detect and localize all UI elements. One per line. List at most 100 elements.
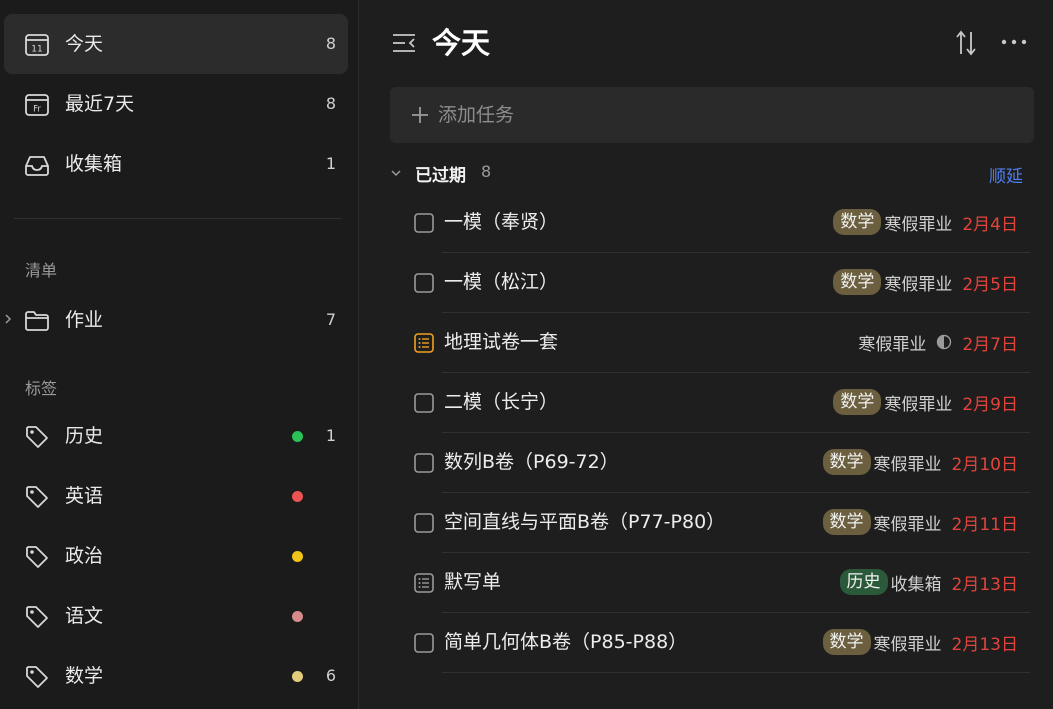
task-row[interactable]: 一模（松江） 数学 寒假罪业 2月5日 xyxy=(412,253,1030,313)
more-options-icon[interactable] xyxy=(1000,38,1028,46)
task-list-name: 寒假罪业 xyxy=(884,274,953,295)
task-title[interactable]: 一模（松江） xyxy=(444,253,558,311)
sidebar-item-label: 今天 xyxy=(65,33,104,55)
task-title[interactable]: 一模（奉贤） xyxy=(444,193,558,251)
inbox-icon xyxy=(25,156,49,176)
tag-icon xyxy=(26,606,48,628)
task-title[interactable]: 默写单 xyxy=(444,553,501,611)
sidebar-item-count: 1 xyxy=(325,426,336,445)
group-count: 8 xyxy=(481,162,492,181)
task-meta: 数学 寒假罪业 2月9日 xyxy=(833,373,1018,431)
checkbox-icon[interactable] xyxy=(414,513,434,533)
task-tag[interactable]: 历史 xyxy=(839,569,888,595)
tag-icon xyxy=(26,666,48,688)
sidebar-tag-politics[interactable]: 政治 xyxy=(4,526,348,586)
plus-icon xyxy=(412,107,428,123)
task-meta: 数学 寒假罪业 2月4日 xyxy=(833,193,1018,251)
task-due-date: 2月13日 xyxy=(951,574,1018,595)
sidebar-divider xyxy=(14,218,341,219)
task-meta: 数学 寒假罪业 2月13日 xyxy=(822,613,1018,671)
tag-color-dot xyxy=(292,551,303,562)
sidebar-item-today[interactable]: 11 今天 8 xyxy=(4,14,348,74)
sidebar-item-label: 历史 xyxy=(65,425,104,447)
task-due-date: 2月11日 xyxy=(951,514,1018,535)
tag-color-dot xyxy=(292,431,303,442)
task-row[interactable]: 二模（长宁） 数学 寒假罪业 2月9日 xyxy=(412,373,1030,433)
sidebar-item-label: 最近7天 xyxy=(65,93,135,115)
sidebar-item-next-7-days[interactable]: Fr 最近7天 8 xyxy=(4,74,348,134)
task-due-date: 2月4日 xyxy=(962,214,1018,235)
calendar-today-icon: 11 xyxy=(25,34,49,56)
folder-icon xyxy=(25,311,49,331)
tags-section-title: 标签 xyxy=(25,379,58,398)
sidebar-item-label: 数学 xyxy=(65,665,104,687)
task-meta: 数学 寒假罪业 2月10日 xyxy=(822,433,1018,491)
sidebar-item-count: 6 xyxy=(325,666,336,685)
lists-section-title: 清单 xyxy=(25,261,58,280)
checkbox-icon[interactable] xyxy=(414,633,434,653)
task-tag[interactable]: 数学 xyxy=(833,269,882,295)
task-tag[interactable]: 数学 xyxy=(822,449,871,475)
task-row[interactable]: 一模（奉贤） 数学 寒假罪业 2月4日 xyxy=(412,193,1030,253)
add-task-input[interactable]: 添加任务 xyxy=(390,87,1034,143)
add-task-placeholder: 添加任务 xyxy=(438,104,515,126)
chevron-right-icon[interactable] xyxy=(2,312,14,326)
checkbox-icon[interactable] xyxy=(414,273,434,293)
checkbox-icon[interactable] xyxy=(414,453,434,473)
task-list-name: 寒假罪业 xyxy=(873,514,942,535)
checklist-icon[interactable] xyxy=(414,573,434,593)
task-row[interactable]: 空间直线与平面B卷（P77-P80） 数学 寒假罪业 2月11日 xyxy=(412,493,1030,553)
main-panel: 今天 添加任务 已过期 8 顺延 一模（奉贤） 数学 寒假罪业 2月4日 一模（… xyxy=(360,0,1053,709)
task-row[interactable]: 默写单 历史 收集箱 2月13日 xyxy=(412,553,1030,613)
progress-half-icon xyxy=(937,334,952,350)
task-tag[interactable]: 数学 xyxy=(822,629,871,655)
task-due-date: 2月7日 xyxy=(962,334,1018,355)
sidebar-tag-chinese[interactable]: 语文 xyxy=(4,586,348,646)
checkbox-icon[interactable] xyxy=(414,213,434,233)
group-title-overdue[interactable]: 已过期 xyxy=(415,161,466,186)
svg-text:Fr: Fr xyxy=(33,105,41,115)
sidebar-item-homework[interactable]: 作业 7 xyxy=(4,290,348,350)
postpone-button[interactable]: 顺延 xyxy=(989,162,1023,187)
task-list-name: 寒假罪业 xyxy=(884,394,953,415)
task-row[interactable]: 地理试卷一套 寒假罪业 2月7日 xyxy=(412,313,1030,373)
task-title[interactable]: 地理试卷一套 xyxy=(444,313,558,371)
sidebar-item-label: 语文 xyxy=(65,605,104,627)
sidebar-item-label: 作业 xyxy=(65,309,104,331)
sidebar-tag-history[interactable]: 历史 1 xyxy=(4,406,348,466)
checklist-icon[interactable] xyxy=(414,333,434,353)
task-row[interactable]: 数列B卷（P69-72） 数学 寒假罪业 2月10日 xyxy=(412,433,1030,493)
task-meta: 历史 收集箱 2月13日 xyxy=(839,553,1018,611)
sidebar-item-inbox[interactable]: 收集箱 1 xyxy=(4,134,348,194)
sidebar-tag-english[interactable]: 英语 xyxy=(4,466,348,526)
task-meta: 寒假罪业 2月7日 xyxy=(858,313,1018,371)
task-title[interactable]: 数列B卷（P69-72） xyxy=(444,433,619,491)
task-due-date: 2月10日 xyxy=(951,454,1018,475)
task-tag[interactable]: 数学 xyxy=(822,509,871,535)
task-tag[interactable]: 数学 xyxy=(833,209,882,235)
task-due-date: 2月9日 xyxy=(962,394,1018,415)
tag-icon xyxy=(26,426,48,448)
task-due-date: 2月5日 xyxy=(962,274,1018,295)
task-list-name: 收集箱 xyxy=(890,574,942,595)
task-title[interactable]: 空间直线与平面B卷（P77-P80） xyxy=(444,493,725,551)
sidebar-item-count: 7 xyxy=(325,310,336,329)
collapse-sidebar-icon[interactable] xyxy=(391,30,417,56)
svg-text:11: 11 xyxy=(31,45,42,55)
task-tag[interactable]: 数学 xyxy=(833,389,882,415)
checkbox-icon[interactable] xyxy=(414,393,434,413)
task-title[interactable]: 简单几何体B卷（P85-P88） xyxy=(444,613,687,671)
sidebar-item-count: 8 xyxy=(325,34,336,53)
sidebar: 11 今天 8 Fr 最近7天 8 收集箱 1 清单 作业 7 标签 历史 1 … xyxy=(0,0,359,709)
sidebar-tag-math[interactable]: 数学 6 xyxy=(4,646,348,706)
page-title: 今天 xyxy=(432,26,491,60)
task-row[interactable]: 简单几何体B卷（P85-P88） 数学 寒假罪业 2月13日 xyxy=(412,613,1030,673)
calendar-week-icon: Fr xyxy=(25,94,49,116)
task-list-name: 寒假罪业 xyxy=(858,334,927,355)
task-title[interactable]: 二模（长宁） xyxy=(444,373,558,431)
sort-icon[interactable] xyxy=(954,29,978,57)
sidebar-item-label: 收集箱 xyxy=(65,153,123,175)
sidebar-item-count: 8 xyxy=(325,94,336,113)
task-divider xyxy=(442,672,1030,673)
chevron-down-icon[interactable] xyxy=(390,167,402,179)
